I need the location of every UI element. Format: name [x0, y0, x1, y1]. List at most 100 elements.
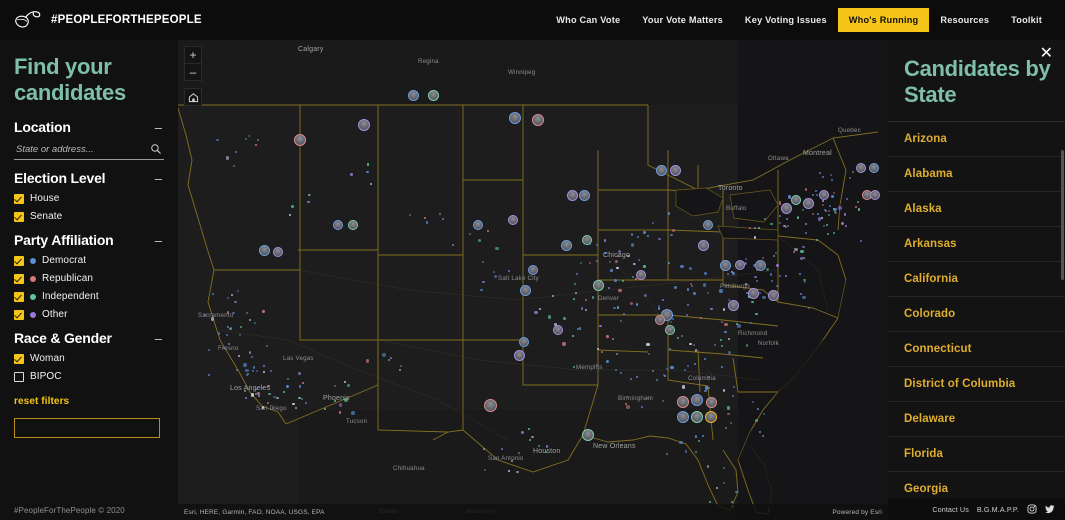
candidate-marker[interactable] [348, 220, 358, 230]
candidate-marker[interactable] [483, 398, 497, 412]
candidate-dot[interactable] [611, 337, 614, 340]
candidate-dot[interactable] [680, 264, 684, 269]
candidate-dot[interactable] [600, 350, 603, 353]
candidate-dot[interactable] [250, 393, 255, 397]
candidate-dot[interactable] [800, 249, 804, 254]
candidate-dot[interactable] [710, 307, 713, 310]
candidate-dot[interactable] [531, 435, 534, 438]
candidate-dot[interactable] [706, 465, 710, 468]
candidate-marker[interactable] [473, 220, 483, 230]
candidate-marker[interactable] [691, 394, 703, 406]
state-item-florida[interactable]: Florida [888, 437, 1065, 473]
home-button[interactable] [184, 88, 202, 106]
candidate-dot[interactable] [646, 342, 650, 347]
map-canvas[interactable]: Calgary Regina Winnipeg Quebec Montreal … [178, 40, 888, 520]
candidate-dot[interactable] [724, 323, 728, 327]
nav-item-toolkit[interactable]: Toolkit [1000, 8, 1053, 32]
nav-item-who-can-vote[interactable]: Who Can Vote [545, 8, 631, 32]
candidate-dot[interactable] [298, 385, 301, 388]
candidate-dot[interactable] [668, 348, 671, 351]
candidate-marker[interactable] [677, 411, 689, 423]
location-search-row[interactable] [14, 140, 164, 161]
candidate-marker[interactable] [869, 163, 879, 173]
candidate-dot[interactable] [692, 343, 695, 346]
candidate-dot[interactable] [670, 234, 673, 237]
candidate-dot[interactable] [338, 403, 342, 407]
zoom-in-button[interactable]: + [184, 46, 202, 64]
candidate-dot[interactable] [751, 300, 754, 303]
candidate-marker[interactable] [553, 325, 563, 335]
candidate-dot[interactable] [658, 238, 661, 241]
checkbox-woman[interactable] [14, 353, 24, 364]
candidate-dot[interactable] [588, 261, 591, 264]
candidate-marker[interactable] [294, 134, 306, 146]
contact-us-link[interactable]: Contact Us [932, 505, 969, 514]
candidate-dot[interactable] [642, 230, 646, 235]
candidate-dot[interactable] [798, 272, 801, 275]
candidate-marker[interactable] [333, 220, 343, 230]
candidate-dot[interactable] [844, 224, 847, 228]
candidate-marker[interactable] [802, 197, 814, 209]
filter-other[interactable]: Other [14, 309, 164, 320]
candidate-dot[interactable] [735, 490, 738, 493]
candidate-dot[interactable] [818, 172, 821, 175]
candidate-dot[interactable] [216, 138, 219, 141]
checkbox-bipoc[interactable] [14, 371, 24, 382]
candidate-dot[interactable] [637, 258, 640, 261]
candidate-dot[interactable] [260, 386, 264, 389]
filter-house[interactable]: House [14, 193, 164, 204]
candidate-dot[interactable] [244, 396, 247, 399]
nav-item-key-voting-issues[interactable]: Key Voting Issues [734, 8, 838, 32]
candidate-dot[interactable] [244, 137, 248, 140]
candidate-dot[interactable] [669, 320, 672, 324]
candidate-marker[interactable] [508, 215, 518, 225]
candidate-marker[interactable] [665, 325, 675, 335]
state-item-district-of-columbia[interactable]: District of Columbia [888, 367, 1065, 403]
candidate-dot[interactable] [351, 411, 355, 415]
twitter-icon[interactable] [1045, 504, 1055, 514]
candidate-marker[interactable] [519, 284, 531, 296]
candidate-dot[interactable] [772, 254, 775, 257]
state-item-delaware[interactable]: Delaware [888, 402, 1065, 438]
candidate-dot[interactable] [528, 438, 531, 442]
candidate-dot[interactable] [250, 355, 253, 358]
candidate-dot[interactable] [271, 406, 274, 409]
collapse-election-level-icon[interactable]: – [153, 172, 164, 185]
candidate-dot[interactable] [247, 134, 250, 137]
candidate-marker[interactable] [747, 287, 759, 299]
candidate-dot[interactable] [613, 278, 617, 282]
candidate-dot[interactable] [681, 385, 686, 389]
candidate-marker[interactable] [273, 247, 283, 257]
candidate-dot[interactable] [210, 317, 215, 321]
nav-item-your-vote-matters[interactable]: Your Vote Matters [631, 8, 734, 32]
checkbox-house[interactable] [14, 193, 24, 204]
candidate-dot[interactable] [640, 405, 643, 409]
candidate-dot[interactable] [686, 288, 689, 291]
candidate-dot[interactable] [801, 208, 804, 211]
collapse-party-icon[interactable]: – [153, 234, 164, 247]
candidate-dot[interactable] [754, 275, 757, 278]
candidate-dot[interactable] [603, 239, 606, 242]
candidate-dot[interactable] [261, 406, 264, 409]
candidate-dot[interactable] [441, 217, 444, 220]
candidate-dot[interactable] [778, 214, 781, 217]
filter-republican[interactable]: Republican [14, 273, 164, 284]
state-item-california[interactable]: California [888, 262, 1065, 298]
candidate-dot[interactable] [737, 324, 741, 328]
candidate-dot[interactable] [829, 173, 832, 176]
candidate-marker[interactable] [791, 195, 801, 205]
candidate-marker[interactable] [705, 396, 717, 408]
candidate-dot[interactable] [517, 451, 520, 454]
candidate-dot[interactable] [731, 394, 734, 398]
nav-item-resources[interactable]: Resources [929, 8, 1000, 32]
candidate-dot[interactable] [382, 353, 386, 357]
candidate-marker[interactable] [697, 239, 709, 251]
candidate-map[interactable]: Calgary Regina Winnipeg Quebec Montreal … [178, 40, 888, 520]
checkbox-independent[interactable] [14, 291, 24, 302]
candidate-dot[interactable] [234, 300, 237, 303]
candidate-dot[interactable] [719, 289, 723, 293]
candidate-marker[interactable] [691, 411, 703, 423]
candidate-marker[interactable] [566, 189, 578, 201]
candidate-dot[interactable] [686, 303, 689, 306]
candidate-marker[interactable] [592, 279, 604, 291]
